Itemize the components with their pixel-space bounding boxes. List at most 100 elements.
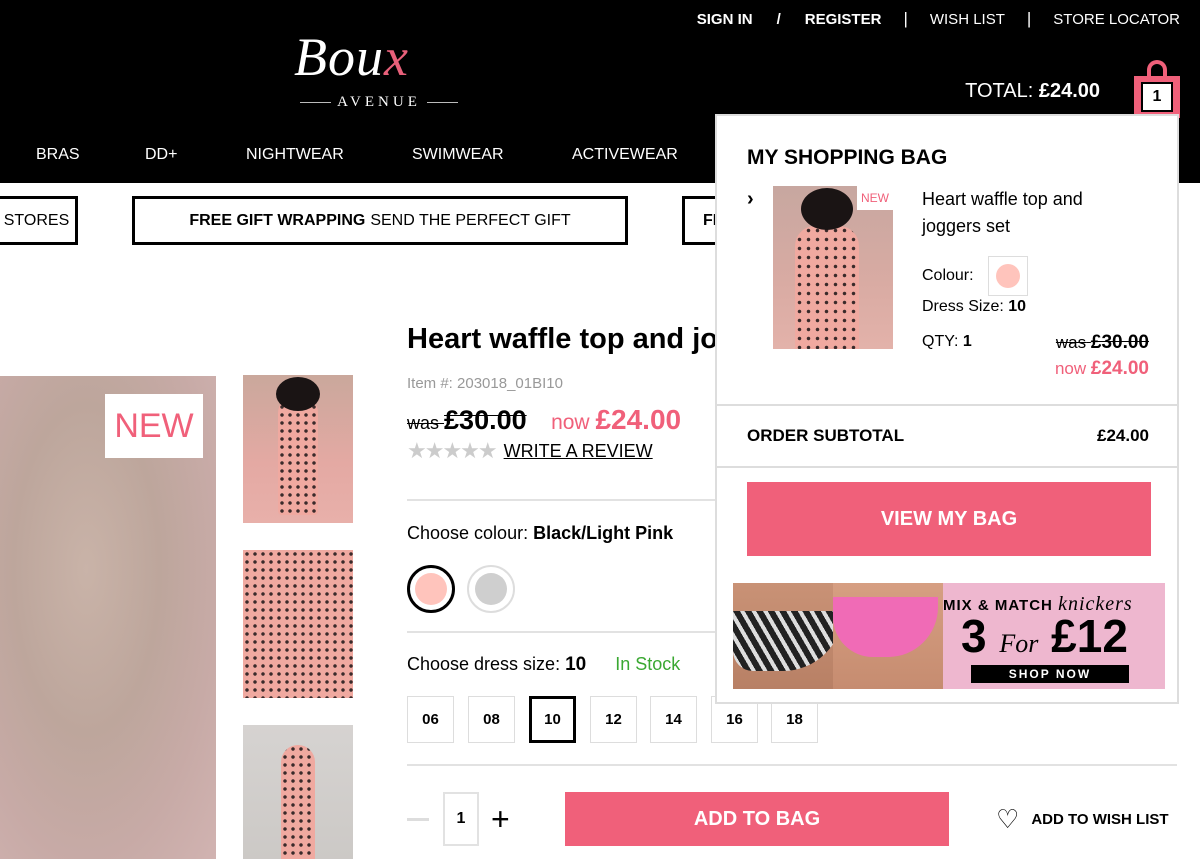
add-to-wish-list-button[interactable]: ♡ ADD TO WISH LIST (996, 806, 1169, 832)
view-my-bag-button[interactable]: VIEW MY BAG (747, 482, 1151, 556)
bag-item-size: Dress Size: 10 (922, 298, 1026, 316)
thumbnail-figure (243, 550, 353, 698)
colour-label: Choose colour: Black/Light Pink (407, 523, 673, 544)
colour-swatch-light-pink[interactable] (407, 565, 455, 613)
add-to-wish-label: ADD TO WISH LIST (1031, 810, 1169, 828)
bag-item-qty-label: QTY: (922, 333, 959, 350)
product-main-image[interactable]: NEW (0, 376, 216, 859)
promo-text: STORES (3, 211, 70, 229)
subtotal-value: £24.00 (1097, 426, 1149, 445)
item-number: Item #: 203018_01BI10 (407, 375, 563, 392)
size-option-14[interactable]: 14 (650, 696, 697, 743)
bag-item-name[interactable]: Heart waffle top and joggers set (922, 186, 1122, 240)
thumbnail-figure (281, 745, 315, 859)
promo-text: SEND THE PERFECT GIFT (370, 211, 571, 229)
now-value: £24.00 (595, 404, 682, 435)
rating-row: ★★★★★ WRITE A REVIEW (407, 438, 653, 464)
shop-now-button[interactable]: SHOP NOW (971, 665, 1129, 683)
colour-swatch-grey[interactable] (467, 565, 515, 613)
logo-rule (300, 102, 332, 103)
bag-item-qty: QTY: 1 (922, 333, 972, 351)
now-price: now £24.00 (551, 404, 681, 435)
knickers-promo-banner[interactable]: MIX & MATCH knickers 3 For £12 SHOP NOW (733, 583, 1165, 689)
bag-item-image[interactable]: NEW (773, 186, 893, 349)
logo-brand-text: Bou (294, 27, 384, 87)
total-label: TOTAL: (965, 80, 1034, 102)
size-label: Choose dress size: 10 In Stock (407, 654, 680, 676)
slash-divider: / (776, 10, 781, 28)
swatch-dot (415, 573, 447, 605)
was-value: £30.00 (1090, 332, 1149, 353)
increase-quantity-button[interactable]: + (491, 801, 510, 838)
swatch-dot (475, 573, 507, 605)
bag-item-colour-swatch (987, 256, 1028, 296)
thumbnail-figure (278, 395, 318, 515)
subtotal-label: ORDER SUBTOTAL (747, 426, 905, 445)
divider (407, 764, 1177, 766)
new-badge: NEW (857, 186, 893, 210)
divider (407, 499, 727, 501)
nav-item-bras[interactable]: BRAS (36, 146, 80, 164)
logo-wordmark: Boux (294, 26, 409, 88)
bag-item-size-value: 10 (1008, 298, 1027, 315)
swatch-dot (995, 264, 1020, 288)
promo-bold: FREE GIFT WRAPPING (189, 211, 366, 229)
thumbnail-hair (276, 377, 320, 411)
bag-total[interactable]: TOTAL: £24.00 (965, 80, 1100, 103)
promo-offer-price: £12 (1051, 610, 1128, 662)
mini-bag-title: MY SHOPPING BAG (747, 146, 948, 169)
now-label: now (1054, 359, 1087, 378)
size-option-06[interactable]: 06 (407, 696, 454, 743)
wish-list-link[interactable]: WISH LIST (930, 11, 1005, 28)
price-row: was £30.00 now £24.00 (407, 404, 681, 436)
brand-logo[interactable]: Boux AVENUE (290, 26, 470, 116)
star-rating-icon: ★★★★★ (407, 438, 498, 463)
bag-item-size-label: Dress Size: (922, 298, 1004, 315)
promo-offer: 3 For £12 (961, 609, 1128, 663)
size-option-12[interactable]: 12 (590, 696, 637, 743)
promo-offer-for: For (999, 629, 1039, 658)
now-label: now (551, 411, 590, 434)
new-badge: NEW (105, 394, 203, 458)
decrease-quantity-button[interactable] (407, 817, 429, 821)
mini-bag-dropdown: MY SHOPPING BAG › NEW Heart waffle top a… (715, 114, 1179, 704)
nav-item-activewear[interactable]: ACTIVEWEAR (572, 146, 678, 164)
heart-icon: ♡ (996, 804, 1020, 834)
shopping-bag-icon[interactable]: 1 (1134, 60, 1180, 118)
top-links: SIGN IN / REGISTER | WISH LIST | STORE L… (697, 9, 1180, 29)
stock-status: In Stock (615, 654, 681, 674)
nav-item-dd-plus[interactable]: DD+ (145, 146, 177, 164)
promo-banner-stores[interactable]: STORES (0, 196, 78, 245)
logo-rule (426, 102, 459, 103)
sign-in-link[interactable]: SIGN IN (697, 11, 753, 28)
promo-offer-qty: 3 (961, 610, 987, 662)
write-review-link[interactable]: WRITE A REVIEW (504, 441, 653, 462)
nav-item-nightwear[interactable]: NIGHTWEAR (246, 146, 344, 164)
store-locator-link[interactable]: STORE LOCATOR (1053, 11, 1180, 28)
now-value: £24.00 (1090, 358, 1149, 379)
bag-item-colour-label: Colour: (922, 267, 974, 284)
chevron-right-icon[interactable]: › (747, 188, 754, 211)
bag-item-colour: Colour: (922, 256, 1028, 296)
quantity-stepper: 1 + (407, 792, 510, 846)
bag-count-badge: 1 (1141, 82, 1173, 112)
nav-item-swimwear[interactable]: SWIMWEAR (412, 146, 504, 164)
product-thumbnail[interactable] (243, 375, 353, 523)
size-option-08[interactable]: 08 (468, 696, 515, 743)
quantity-input[interactable]: 1 (443, 792, 479, 846)
size-option-10[interactable]: 10 (529, 696, 576, 743)
register-link[interactable]: REGISTER (805, 11, 882, 28)
product-thumbnail[interactable] (243, 725, 353, 859)
colour-value: Black/Light Pink (533, 523, 674, 543)
add-to-bag-button[interactable]: ADD TO BAG (565, 792, 949, 846)
logo-subline: AVENUE (294, 94, 464, 111)
promo-banner-gift-wrapping[interactable]: FREE GIFT WRAPPING SEND THE PERFECT GIFT (132, 196, 628, 245)
product-thumbnail[interactable] (243, 550, 353, 698)
bag-item-figure (795, 226, 859, 349)
bag-item-hair (801, 188, 853, 230)
total-value: £24.00 (1038, 80, 1100, 102)
bag-item-was-price: was £30.00 (1056, 332, 1149, 354)
was-label: was (407, 413, 440, 433)
was-price: was £30.00 (407, 405, 527, 435)
divider (407, 631, 727, 633)
